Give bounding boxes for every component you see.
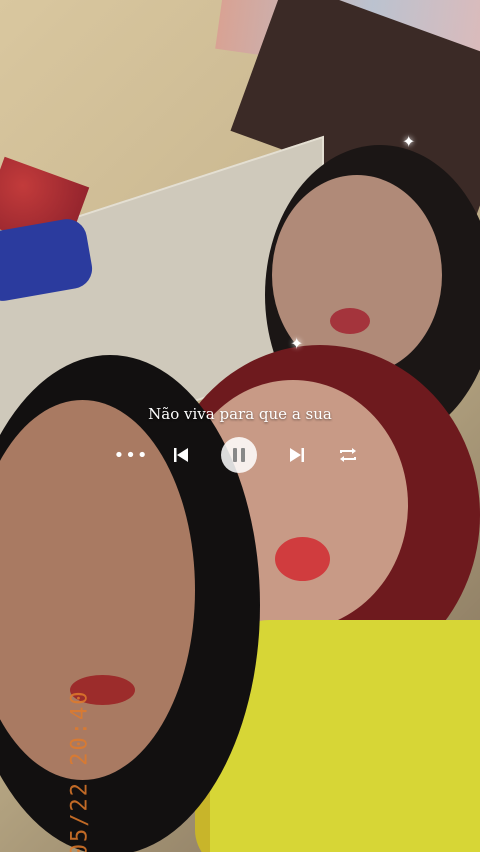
player-controls: ••• (0, 437, 480, 477)
story-viewer: ✦ ✦ Não viva para que a sua ••• /05/22 2… (0, 0, 480, 852)
photo-timestamp: /05/22 20:40 (67, 689, 93, 852)
music-sticker: Não viva para que a sua ••• (0, 395, 480, 495)
sparkle-icon: ✦ (290, 334, 304, 353)
repeat-icon[interactable] (333, 437, 363, 473)
skip-previous-icon[interactable] (166, 437, 196, 473)
pause-icon[interactable] (221, 437, 257, 473)
skip-next-icon[interactable] (282, 437, 312, 473)
lyric-text: Não viva para que a sua (148, 405, 332, 423)
more-dots-icon[interactable]: ••• (114, 437, 148, 473)
sparkle-icon: ✦ (402, 132, 416, 151)
lips (275, 537, 330, 581)
lips (330, 308, 370, 334)
